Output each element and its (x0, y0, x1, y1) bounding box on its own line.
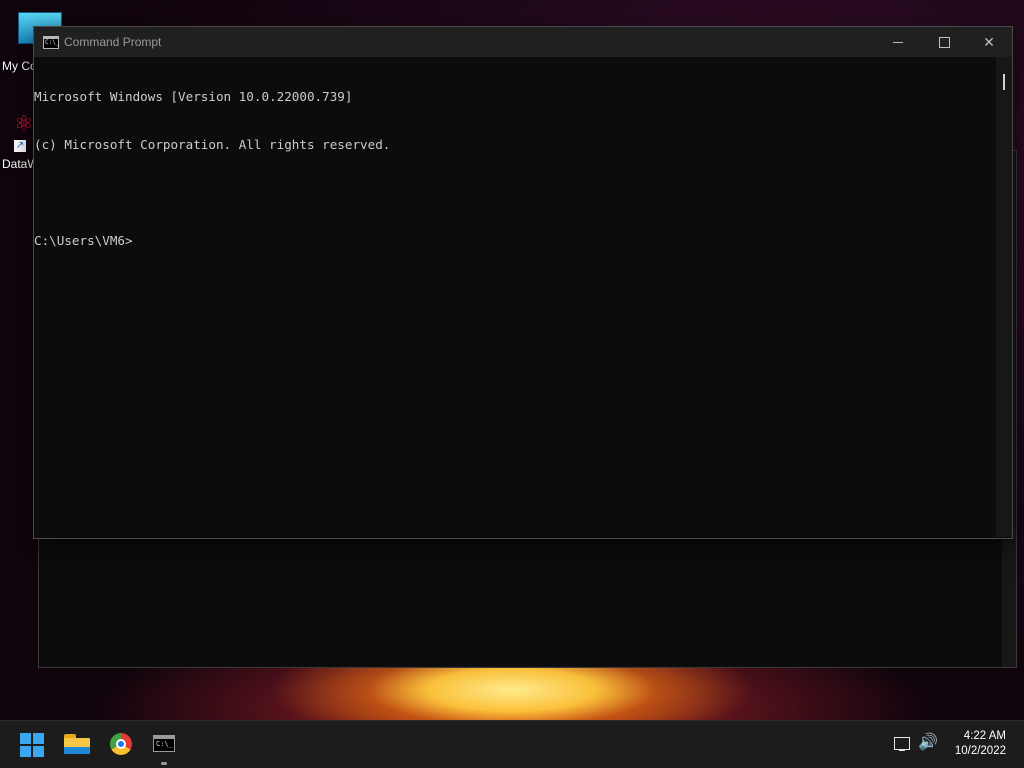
minimize-icon (893, 42, 903, 43)
console-output[interactable]: Microsoft Windows [Version 10.0.22000.73… (34, 57, 994, 537)
maximize-button[interactable] (921, 27, 967, 57)
running-indicator (161, 762, 167, 765)
folder-icon (64, 747, 90, 754)
title-bar[interactable]: C:\_ Command Prompt ✕ (34, 27, 1012, 57)
console-line: Microsoft Windows [Version 10.0.22000.73… (34, 89, 353, 104)
taskbar: C:\_ 🔊 4:22 AM 10/2/2022 (0, 720, 1024, 768)
windows-logo-icon (33, 733, 44, 744)
terminal-icon: C:\_ (156, 740, 173, 748)
windows-logo-icon (20, 746, 31, 757)
windows-logo-icon (20, 733, 31, 744)
scrollbar-thumb[interactable] (1003, 74, 1005, 90)
console-line: (c) Microsoft Corporation. All rights re… (34, 137, 391, 152)
desktop-icon-label: My Co (2, 59, 37, 73)
start-button[interactable] (20, 733, 44, 757)
command-prompt-taskbar-button[interactable]: C:\_ (153, 735, 175, 752)
volume-icon[interactable]: 🔊 (918, 733, 938, 753)
command-prompt-window[interactable]: C:\_ Command Prompt ✕ Microsoft Windows … (33, 26, 1013, 539)
clock-date: 10/2/2022 (954, 745, 1006, 757)
chrome-button[interactable] (110, 733, 132, 755)
maximize-icon (939, 37, 950, 48)
icon-glyph: C:\_ (45, 39, 60, 46)
minimize-button[interactable] (875, 27, 921, 57)
shortcut-arrow-icon: ↗ (14, 140, 26, 152)
command-prompt-line[interactable]: C:\Users\VM6> (34, 233, 994, 249)
close-button[interactable]: ✕ (966, 27, 1012, 57)
command-prompt-icon[interactable]: C:\_ (43, 36, 59, 49)
clock-time: 4:22 AM (963, 730, 1006, 742)
vertical-scrollbar[interactable] (996, 57, 1012, 537)
close-icon: ✕ (983, 34, 995, 50)
file-explorer-button[interactable] (64, 734, 90, 754)
window-title: Command Prompt (64, 35, 162, 49)
windows-logo-icon (33, 746, 44, 757)
clock[interactable]: 4:22 AM 10/2/2022 (940, 729, 1006, 759)
network-icon[interactable] (894, 737, 910, 751)
